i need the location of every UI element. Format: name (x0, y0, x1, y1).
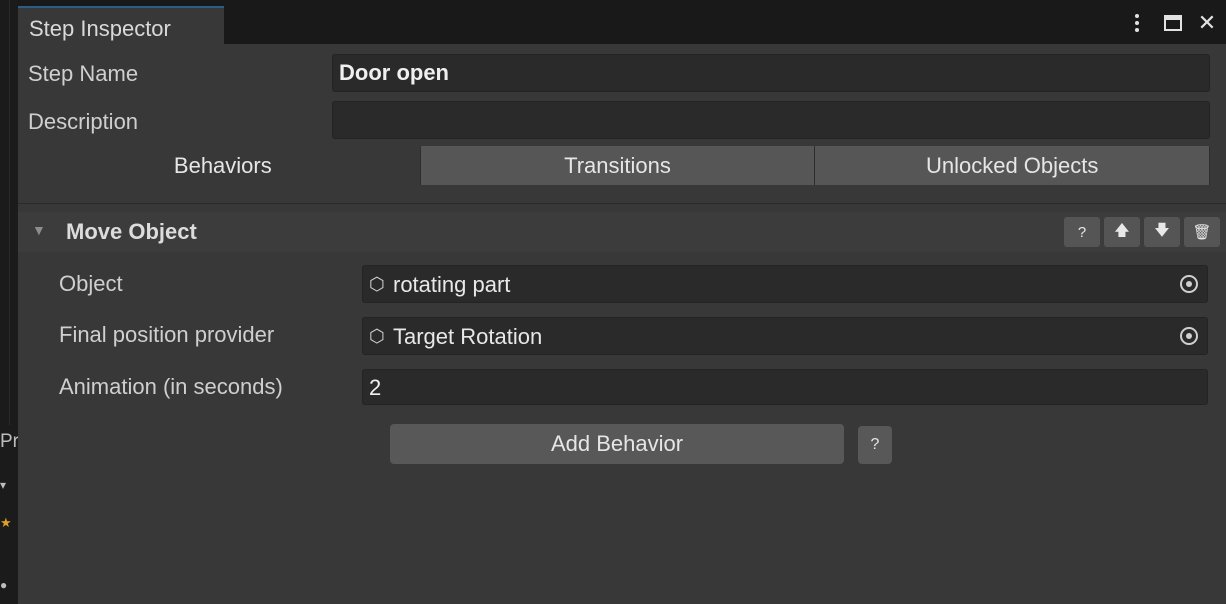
side-panel: Pr ▾ ★ ● (0, 0, 19, 604)
tab-step-inspector[interactable]: Step Inspector (18, 6, 224, 44)
help-icon[interactable]: ? (1064, 217, 1100, 247)
animation-input[interactable]: 2 (362, 369, 1208, 405)
close-icon[interactable]: ✕ (1196, 12, 1218, 34)
animation-value: 2 (369, 375, 382, 400)
final-position-label: Final position provider (59, 322, 275, 347)
divider (18, 203, 1226, 204)
final-position-field[interactable]: ⬡ Target Rotation (362, 317, 1208, 355)
step-inspector-window: Step Inspector ✕ Step Name Door open Des… (18, 0, 1226, 604)
object-field[interactable]: ⬡ rotating part (362, 265, 1208, 303)
kebab-menu-icon[interactable] (1132, 14, 1154, 32)
move-up-icon[interactable]: 🡅 (1104, 217, 1140, 247)
step-name-label: Step Name (28, 61, 139, 86)
description-label: Description (28, 109, 139, 134)
add-behavior-button[interactable]: Add Behavior (390, 424, 844, 464)
tab-unlocked-objects[interactable]: Unlocked Objects (815, 146, 1211, 185)
tab-behaviors[interactable]: Behaviors (26, 146, 421, 185)
cube-icon: ⬡ (369, 274, 385, 294)
object-picker-icon[interactable] (1171, 266, 1207, 302)
step-name-input[interactable]: Door open (332, 54, 1210, 92)
foldout-arrow-icon[interactable]: ▾ (0, 478, 6, 492)
behavior-header-buttons: ? 🡅 🡇 🗑 (1064, 217, 1220, 247)
behavior-title: Move Object (66, 219, 197, 244)
tab-transitions[interactable]: Transitions (420, 146, 816, 185)
star-icon: ★ (0, 515, 12, 530)
foldout-expanded-icon[interactable]: ▼ (32, 222, 46, 238)
object-label: Object (59, 271, 123, 296)
tab-title: Step Inspector (29, 16, 171, 41)
inspector-tabs: Behaviors Transitions Unlocked Objects (26, 146, 1211, 185)
maximize-icon[interactable] (1164, 15, 1186, 31)
animation-label: Animation (in seconds) (59, 374, 283, 399)
final-position-picker-icon[interactable] (1171, 318, 1207, 354)
panel-edge (9, 0, 10, 425)
cube-icon: ⬡ (369, 326, 385, 346)
dot-icon: ● (0, 578, 8, 592)
step-name-value: Door open (339, 60, 449, 85)
object-value: rotating part (393, 272, 511, 297)
description-input[interactable] (332, 101, 1210, 139)
move-down-icon[interactable]: 🡇 (1144, 217, 1180, 247)
side-panel-fragment-text: Pr (0, 431, 19, 452)
delete-icon[interactable]: 🗑 (1184, 217, 1220, 247)
window-controls: ✕ (1132, 12, 1218, 34)
behavior-header[interactable]: ▼ Move Object ? 🡅 🡇 🗑 (18, 212, 1226, 252)
title-bar: Step Inspector ✕ (18, 0, 1226, 44)
add-behavior-help-icon[interactable]: ? (858, 426, 892, 464)
final-position-value: Target Rotation (393, 324, 543, 349)
